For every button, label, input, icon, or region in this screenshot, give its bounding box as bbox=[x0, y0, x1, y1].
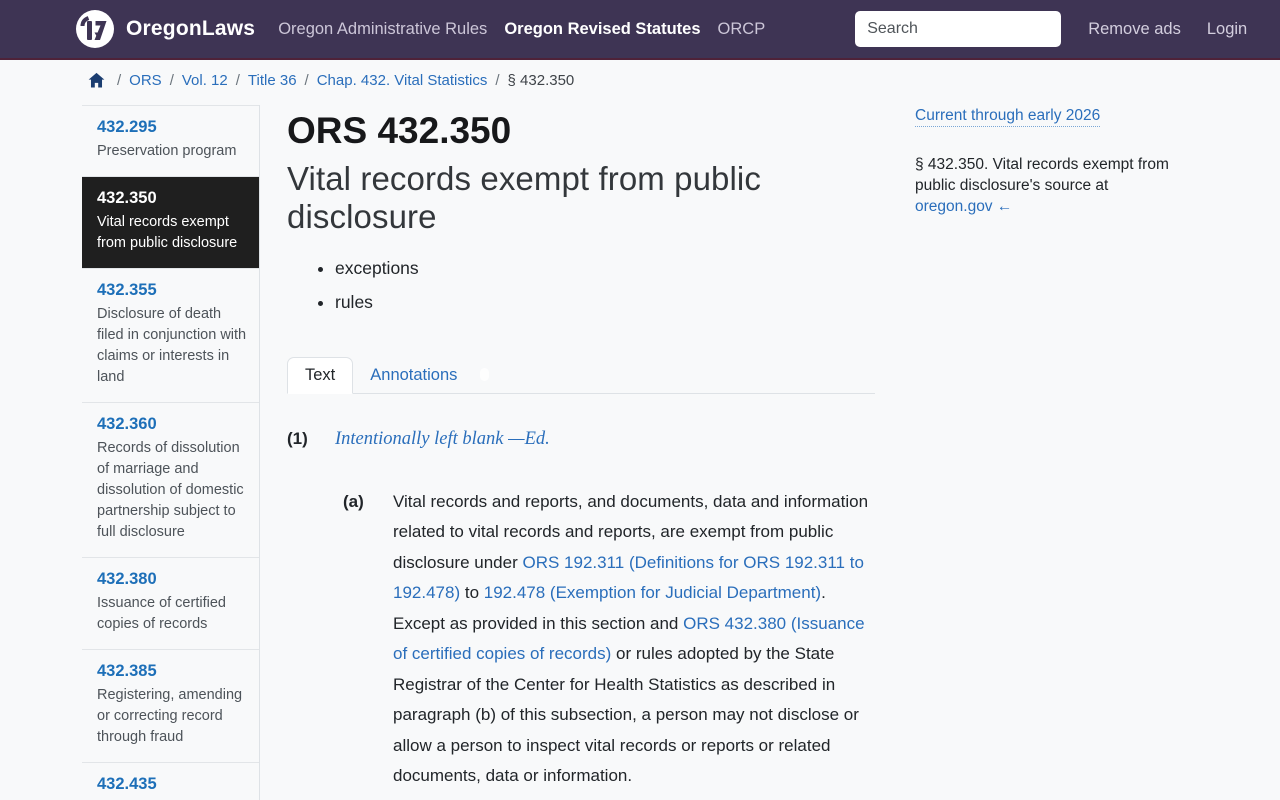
oregonlaws-logo-icon[interactable] bbox=[75, 9, 115, 49]
top-navbar: OregonLaws Oregon Administrative Rules O… bbox=[0, 0, 1280, 60]
right-sidebar: Current through early 2026 § 432.350. Vi… bbox=[915, 107, 1183, 217]
sidebar-statute-item[interactable]: 432.385 Registering, amending or correct… bbox=[82, 649, 259, 762]
paragraph-a-text: Vital records and reports, and documents… bbox=[393, 487, 871, 792]
sidebar-statute-number: 432.380 bbox=[97, 570, 157, 588]
sidebar-statute-item[interactable]: 432.435 Fees bbox=[82, 762, 259, 800]
sidebar-statute-number: 432.385 bbox=[97, 662, 157, 680]
sidebar-statute-number: 432.435 bbox=[97, 775, 157, 793]
sidebar-statute-title: Issuance of certified copies of records bbox=[97, 595, 226, 632]
primary-nav: Oregon Administrative Rules Oregon Revis… bbox=[255, 20, 765, 39]
breadcrumb-separator: / bbox=[304, 72, 309, 89]
tab-text[interactable]: Text bbox=[287, 356, 354, 394]
breadcrumb-separator: / bbox=[495, 72, 500, 89]
breadcrumb: / ORS / Vol. 12 / Title 36 / Chap. 432. … bbox=[88, 72, 574, 89]
currency-link[interactable]: Current through early 2026 bbox=[915, 107, 1101, 127]
sidebar-statute-number: 432.360 bbox=[97, 415, 157, 433]
oregon-gov-link[interactable]: oregon.gov bbox=[915, 198, 993, 215]
breadcrumb-link[interactable]: ORS bbox=[129, 72, 162, 89]
remove-ads-link[interactable]: Remove ads bbox=[1088, 20, 1181, 39]
breadcrumb-current: § 432.350 bbox=[507, 72, 575, 89]
search-input[interactable] bbox=[855, 11, 1062, 47]
nav-oregon-administrative-rules[interactable]: Oregon Administrative Rules bbox=[278, 20, 487, 39]
keyword-bullet: rules bbox=[335, 292, 875, 313]
home-icon[interactable] bbox=[88, 72, 105, 89]
sidebar-statute-item[interactable]: 432.355 Disclosure of death filed in con… bbox=[82, 268, 259, 402]
statute-text-panel: (1) Intentionally left blank —Ed. (a) Vi… bbox=[287, 424, 875, 800]
sidebar-statute-title: Preservation program bbox=[97, 143, 237, 159]
tab-annotations[interactable]: Annotations bbox=[353, 358, 474, 393]
statute-text-segment: to bbox=[460, 583, 484, 603]
editor-note: Intentionally left blank —Ed. bbox=[335, 428, 550, 449]
breadcrumb-separator: / bbox=[117, 72, 122, 89]
sidebar-statute-title: Vital records exempt from public disclos… bbox=[97, 214, 238, 251]
sidebar-statute-number: 432.350 bbox=[97, 189, 157, 207]
sidebar-statute-item[interactable]: 432.295 Preservation program bbox=[82, 105, 259, 176]
brand-wordmark[interactable]: OregonLaws bbox=[126, 17, 255, 41]
main-content: ORS 432.350 Vital records exempt from pu… bbox=[287, 110, 875, 800]
tab-bar: Text Annotations bbox=[287, 356, 875, 394]
sidebar-statute-item[interactable]: 432.350 Vital records exempt from public… bbox=[82, 176, 259, 268]
sidebar-statute-item[interactable]: 432.380 Issuance of certified copies of … bbox=[82, 557, 259, 649]
login-link[interactable]: Login bbox=[1207, 20, 1247, 39]
source-note: § 432.350. Vital records exempt from pub… bbox=[915, 154, 1183, 217]
breadcrumb-separator: / bbox=[169, 72, 174, 89]
page: OregonLaws Oregon Administrative Rules O… bbox=[0, 0, 1280, 800]
breadcrumb-separator: / bbox=[235, 72, 240, 89]
keyword-bullet: exceptions bbox=[335, 258, 875, 279]
sidebar-statute-title: Disclosure of death filed in conjunction… bbox=[97, 306, 247, 385]
nav-oregon-revised-statutes[interactable]: Oregon Revised Statutes bbox=[504, 20, 700, 39]
statute-text-segment: or rules adopted by the State Registrar … bbox=[393, 644, 859, 786]
annotations-badge bbox=[480, 367, 490, 381]
statute-cross-reference-link[interactable]: 192.478 (Exemption for Judicial Departme… bbox=[484, 583, 821, 602]
paragraph-a-label: (a) bbox=[343, 491, 364, 511]
sidebar-statute-item[interactable]: 432.360 Records of dissolution of marria… bbox=[82, 402, 259, 557]
breadcrumb-link[interactable]: Title 36 bbox=[248, 72, 297, 89]
source-note-text: § 432.350. Vital records exempt from pub… bbox=[915, 156, 1169, 194]
subsection-1-label: (1) bbox=[287, 428, 308, 448]
nav-orcp[interactable]: ORCP bbox=[718, 20, 766, 39]
statute-sidebar: 432.295 Preservation program 432.350 Vit… bbox=[82, 105, 260, 800]
sidebar-statute-title: Registering, amending or correcting reco… bbox=[97, 687, 243, 745]
breadcrumb-links: / ORS / Vol. 12 / Title 36 / Chap. 432. … bbox=[109, 72, 487, 89]
breadcrumb-link[interactable]: Vol. 12 bbox=[182, 72, 228, 89]
external-arrow-icon: ← bbox=[996, 198, 1013, 215]
sidebar-statute-number: 432.355 bbox=[97, 281, 157, 299]
statute-subtitle: Vital records exempt from public disclos… bbox=[287, 159, 761, 235]
keyword-list: exceptions rules bbox=[287, 258, 875, 313]
sidebar-statute-number: 432.295 bbox=[97, 118, 157, 136]
sidebar-statute-title: Records of dissolution of marriage and d… bbox=[97, 440, 244, 540]
breadcrumb-link[interactable]: Chap. 432. Vital Statistics bbox=[317, 72, 488, 89]
page-title: ORS 432.350 bbox=[287, 110, 512, 151]
